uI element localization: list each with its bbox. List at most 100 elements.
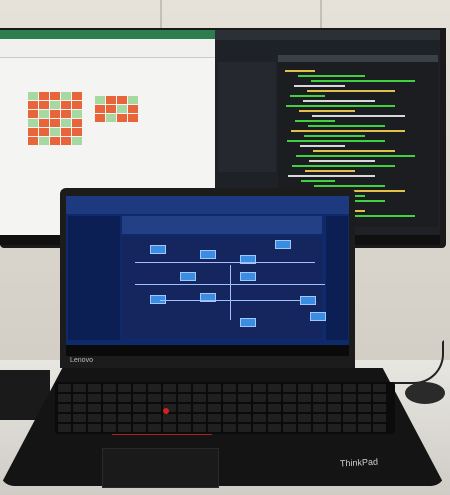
keyboard-key — [373, 414, 386, 422]
code-line — [313, 150, 395, 152]
keyboard-key — [148, 424, 161, 432]
keyboard-key — [283, 414, 296, 422]
spreadsheet-cell — [61, 110, 71, 118]
spreadsheet-cell — [72, 128, 82, 136]
spreadsheet-cell — [61, 119, 71, 127]
keyboard-key — [358, 424, 371, 432]
keyboard-key — [133, 414, 146, 422]
keyboard-key — [118, 384, 131, 392]
laptop-brand-label: Lenovo — [70, 357, 93, 364]
spreadsheet-titlebar — [0, 30, 215, 39]
diagram-block — [200, 250, 216, 259]
keyboard-key — [88, 424, 101, 432]
keyboard-key — [133, 394, 146, 402]
spreadsheet-cell — [106, 105, 116, 113]
spreadsheet-cell — [72, 119, 82, 127]
keyboard-key — [193, 414, 206, 422]
keyboard-key — [103, 394, 116, 402]
keyboard-key — [163, 384, 176, 392]
keyboard-key — [223, 414, 236, 422]
spreadsheet-cell — [117, 114, 127, 122]
keyboard-key — [208, 424, 221, 432]
keyboard-key — [73, 384, 86, 392]
spreadsheet-cell — [117, 105, 127, 113]
keyboard-key — [58, 404, 71, 412]
trackpoint — [163, 408, 169, 414]
keyboard-key — [313, 404, 326, 412]
keyboard-key — [103, 404, 116, 412]
keyboard-key — [238, 394, 251, 402]
code-editor-titlebar — [215, 30, 440, 40]
code-editor-tabbar — [278, 55, 438, 62]
diagram-block — [240, 272, 256, 281]
diagram-block — [310, 312, 326, 321]
keyboard-key — [88, 384, 101, 392]
keyboard-key — [238, 424, 251, 432]
spreadsheet-cell — [50, 110, 60, 118]
keyboard-key — [343, 414, 356, 422]
code-line — [295, 120, 335, 122]
code-line — [296, 155, 415, 157]
laptop-side-panel — [68, 216, 120, 340]
keyboard-key — [268, 414, 281, 422]
keyboard-key — [268, 384, 281, 392]
keyboard-key — [343, 404, 356, 412]
spreadsheet-cell — [106, 114, 116, 122]
keyboard-key — [73, 424, 86, 432]
code-line — [285, 70, 315, 72]
keyboard-key — [208, 394, 221, 402]
code-line — [312, 115, 405, 117]
keyboard-key — [298, 414, 311, 422]
keyboard-key — [178, 414, 191, 422]
keyboard-key — [238, 384, 251, 392]
keyboard-key — [283, 424, 296, 432]
spreadsheet-cell — [128, 114, 138, 122]
keyboard-key — [268, 394, 281, 402]
spreadsheet-cell — [72, 110, 82, 118]
code-line — [287, 140, 385, 142]
mouse — [405, 382, 445, 404]
spreadsheet-cell — [128, 105, 138, 113]
keyboard-key — [58, 424, 71, 432]
spreadsheet-cell — [61, 137, 71, 145]
keyboard-key — [208, 384, 221, 392]
keyboard-key — [58, 384, 71, 392]
keyboard-key — [268, 424, 281, 432]
keyboard-key — [313, 424, 326, 432]
keyboard-key — [58, 414, 71, 422]
keyboard-key — [163, 394, 176, 402]
keyboard-key — [208, 404, 221, 412]
keyboard-key — [283, 404, 296, 412]
keyboard-key — [148, 414, 161, 422]
spreadsheet-cell — [61, 128, 71, 136]
keyboard-key — [298, 404, 311, 412]
keyboard-key — [328, 414, 341, 422]
diagram-block — [180, 272, 196, 281]
spreadsheet-cell — [72, 137, 82, 145]
laptop-app-toolbar — [66, 196, 349, 214]
keyboard-key — [118, 414, 131, 422]
spreadsheet-cell — [28, 92, 38, 100]
keyboard-key — [343, 424, 356, 432]
keyboard-key — [193, 404, 206, 412]
keyboard-key — [88, 394, 101, 402]
spreadsheet-cell — [128, 96, 138, 104]
keyboard-key — [118, 394, 131, 402]
keyboard-key — [238, 404, 251, 412]
keyboard-key — [298, 394, 311, 402]
keyboard-key — [253, 394, 266, 402]
laptop-right-panel — [326, 216, 348, 340]
keyboard-key — [193, 384, 206, 392]
spreadsheet-cell — [39, 119, 49, 127]
trackpad — [102, 448, 219, 488]
code-line — [303, 100, 375, 102]
spreadsheet-cell — [95, 96, 105, 104]
spreadsheet-cell — [28, 110, 38, 118]
keyboard-key — [328, 394, 341, 402]
keyboard-key — [103, 424, 116, 432]
code-line — [292, 165, 395, 167]
spreadsheet-cell — [39, 101, 49, 109]
laptop-taskbar — [66, 345, 349, 356]
keyboard-key — [88, 414, 101, 422]
keyboard-key — [208, 414, 221, 422]
